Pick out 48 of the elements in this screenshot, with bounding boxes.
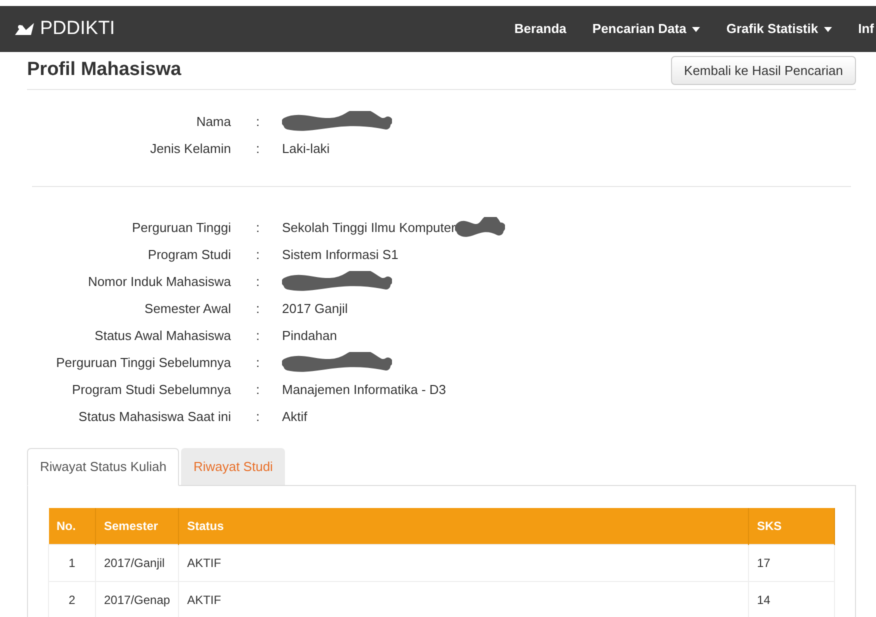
field-label: Jenis Kelamin [149, 140, 231, 158]
page-title: Profil Mahasiswa [27, 58, 182, 82]
colon: : [256, 272, 261, 291]
colon: : [256, 218, 261, 237]
logo-icon [14, 21, 36, 37]
column-header: SKS [748, 508, 834, 544]
colon: : [256, 380, 261, 399]
field-label: Program Studi [146, 246, 231, 264]
back-button[interactable]: Kembali ke Hasil Pencarian [671, 56, 856, 85]
table-cell: 17 [748, 544, 834, 581]
brand-name: PDDIKTI [40, 16, 115, 41]
field-label: Program Studi Sebelumnya [71, 380, 231, 399]
field-value: 2017 Ganjil [282, 300, 348, 318]
field-label: Semester Awal [144, 300, 231, 318]
colon: : [256, 246, 261, 264]
field-value: Aktif [282, 408, 308, 426]
field-label: Nama [195, 112, 231, 131]
field-value: Sistem Informasi S1 [282, 246, 398, 264]
field-label: Nomor Induk Mahasiswa [86, 272, 231, 291]
field-label: Status Mahasiswa Saat ini [78, 408, 231, 426]
field-label: Perguruan Tinggi Sebelumnya [55, 354, 231, 372]
column-header: Semester [96, 508, 179, 544]
column-header: Status [178, 508, 748, 544]
table-cell: AKTIF [178, 544, 748, 581]
caret-icon [692, 26, 700, 32]
colon: : [256, 354, 261, 372]
table-cell: 1 [48, 544, 96, 581]
column-header: No. [48, 508, 96, 544]
colon: : [256, 300, 261, 318]
tab[interactable]: Riwayat Status Kuliah [27, 448, 180, 486]
colon: : [256, 408, 261, 426]
nav-link[interactable]: Grafik Statistik [726, 19, 832, 39]
field-value: Laki-laki [282, 140, 330, 158]
colon: : [256, 112, 261, 131]
caret-icon [824, 26, 832, 32]
nav-link[interactable]: Inf [858, 19, 874, 39]
table-cell: 2 [48, 581, 96, 617]
redaction-scribble [455, 216, 506, 238]
colon: : [256, 326, 261, 345]
nav-link[interactable]: Pencarian Data [592, 19, 700, 39]
field-label: Status Awal Mahasiswa [94, 326, 231, 345]
colon: : [256, 140, 261, 158]
nav-link[interactable]: Beranda [514, 19, 566, 39]
field-value: Sekolah Tinggi Ilmu Komputer [282, 218, 456, 237]
field-value: Manajemen Informatika - D3 [282, 380, 446, 399]
field-value: Pindahan [282, 326, 337, 345]
field-label: Perguruan Tinggi [130, 218, 231, 237]
table-cell: 2017/Ganjil [96, 544, 179, 581]
